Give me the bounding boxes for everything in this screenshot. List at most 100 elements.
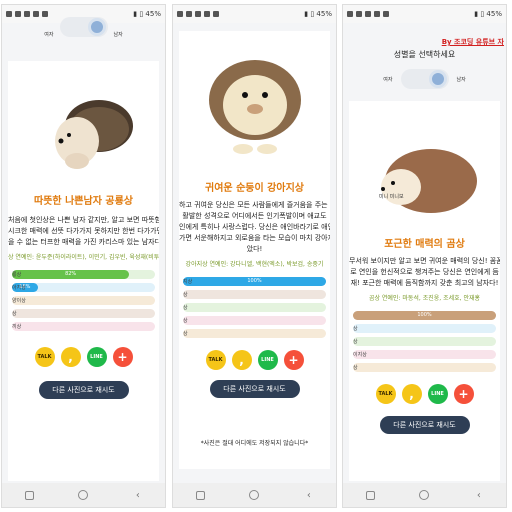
score-bar-label: 상 bbox=[183, 291, 188, 298]
android-nav-bar: ‹ bbox=[343, 483, 506, 507]
gender-toggle[interactable] bbox=[400, 69, 449, 89]
score-bar-row: 상 bbox=[183, 289, 326, 299]
retry-button[interactable]: 다른 사진으로 재시도 bbox=[379, 416, 470, 434]
hedgehog-drawing-icon bbox=[208, 60, 301, 154]
score-bar-label: 아지상 bbox=[12, 284, 26, 291]
score-bar-label: 끼상 bbox=[12, 323, 22, 330]
score-bars: 100% 상 상 이지상 상 bbox=[353, 310, 496, 372]
score-bar-row: 양이상 bbox=[12, 295, 155, 305]
more-share-button[interactable]: + bbox=[112, 347, 133, 367]
sketch-label: 미니 미니보 bbox=[379, 194, 404, 200]
more-share-button[interactable]: + bbox=[453, 384, 474, 404]
kakaotalk-share-button[interactable]: TALK bbox=[34, 347, 55, 367]
score-bar-track bbox=[12, 321, 155, 331]
hedgehog-sketch-icon bbox=[380, 149, 477, 213]
result-card: 미니 미니보 포근한 매력의 곰상 무서워 보이지만 알고 보면 귀여운 매력의… bbox=[349, 101, 500, 481]
result-card: 따뜻한 나쁜남자 공룡상 처음에 첫인상은 나쁜 남자 같지만, 알고 보면 따… bbox=[8, 61, 159, 481]
result-description: 하고 귀여운 당신은 모든 사람들에게 즐거움을 주는 3 활발한 성격으로 어… bbox=[179, 200, 330, 255]
score-bar-label: 상 bbox=[353, 338, 358, 345]
hedgehog-photo-icon bbox=[54, 100, 133, 169]
score-bar-label: 이지상 bbox=[353, 351, 367, 358]
result-title: 포근한 매력의 곰상 bbox=[384, 239, 465, 250]
result-card: 귀여운 순둥이 강아지상 하고 귀여운 당신은 모든 사람들에게 즐거움을 주는… bbox=[179, 31, 330, 469]
kakaostory-share-button[interactable]: , bbox=[401, 384, 422, 404]
kakaotalk-share-button[interactable]: TALK bbox=[205, 350, 226, 370]
back-icon[interactable]: ‹ bbox=[302, 488, 316, 502]
score-bar-track bbox=[183, 328, 326, 338]
toggle-knob bbox=[87, 18, 106, 36]
kakaostory-share-button[interactable]: , bbox=[231, 350, 252, 370]
gender-male-label: 남자 bbox=[113, 31, 123, 38]
status-icons bbox=[6, 11, 48, 17]
battery-indicator: ▮ ▯ 45% bbox=[304, 10, 332, 18]
score-bar-label: 양이상 bbox=[12, 297, 26, 304]
score-bar-row: 상 bbox=[183, 328, 326, 338]
desc-line: 재! 포근한 매력에 듬직함까지 갖춘 최고의 남자다! bbox=[350, 279, 499, 287]
back-icon[interactable]: ‹ bbox=[472, 488, 486, 502]
score-bar-track: 18% bbox=[12, 282, 155, 292]
battery-indicator: ▮ ▯ 45% bbox=[474, 10, 502, 18]
desc-line: 무서워 보이지만 알고 보면 귀여운 매력의 당신! 꼼꼼 bbox=[349, 257, 500, 265]
line-share-button[interactable]: LINE bbox=[86, 347, 107, 367]
recent-apps-icon[interactable] bbox=[193, 488, 207, 502]
recent-apps-icon[interactable] bbox=[363, 488, 377, 502]
score-bar-track bbox=[353, 349, 496, 359]
recent-apps-icon[interactable] bbox=[22, 488, 36, 502]
desc-line: 활발한 성격으로 어디에서든 인기폭발이며 애교도 bbox=[182, 212, 327, 220]
status-icons bbox=[177, 11, 219, 17]
line-share-button[interactable]: LINE bbox=[427, 384, 448, 404]
kakaotalk-share-button[interactable]: TALK bbox=[375, 384, 396, 404]
score-bar-track bbox=[353, 362, 496, 372]
brand-link[interactable]: By 조코딩 유튜브 자 bbox=[442, 38, 504, 46]
score-bar-track bbox=[353, 336, 496, 346]
more-share-button[interactable]: + bbox=[283, 350, 304, 370]
celebrity-list: 강아지상 연예인: 강다니엘, 백현(엑소), 박보검, 송중기 bbox=[185, 261, 324, 268]
gender-female-label: 여자 bbox=[383, 76, 393, 83]
gender-male-label: 남자 bbox=[456, 76, 466, 83]
status-icons bbox=[347, 11, 389, 17]
status-bar: ▮ ▯ 45% bbox=[173, 5, 336, 23]
score-bar-track bbox=[12, 308, 155, 318]
phone-screen-2: ▮ ▯ 45% 귀여운 순둥이 강아지상 하고 귀여운 당신은 모든 사람들에게… bbox=[172, 4, 337, 508]
score-bar-track bbox=[183, 302, 326, 312]
share-buttons: TALK , LINE + bbox=[8, 347, 159, 367]
home-icon[interactable] bbox=[417, 488, 431, 502]
score-bar-track: 100% bbox=[183, 276, 326, 286]
retry-button[interactable]: 다른 사진으로 재시도 bbox=[38, 381, 129, 399]
score-bar-label: 상 bbox=[183, 330, 188, 337]
result-description: 처음에 첫인상은 나쁜 남자 같지만, 알고 보면 따뜻함이 시크한 매력에 선… bbox=[8, 215, 159, 248]
uploaded-photo bbox=[194, 45, 315, 165]
desc-line: 가면 서운해하지고 외로움을 타는 모습이 마치 강아지 bbox=[179, 234, 330, 242]
score-bar-label: 상 bbox=[12, 310, 17, 317]
toggle-knob bbox=[428, 70, 447, 88]
gender-toggle[interactable] bbox=[59, 17, 108, 37]
score-bar-row: 이지상 bbox=[353, 349, 496, 359]
score-bar-label: 상 bbox=[353, 364, 358, 371]
phone-screen-1: ▮ ▯ 45% 여자 남자 따뜻한 나쁜남자 공룡상 처음에 첫인상은 나쁜 남… bbox=[1, 4, 166, 508]
celebrity-list: 곰상 연예인: 마동석, 조진웅, 조세호, 안재홍 bbox=[368, 295, 481, 302]
score-bar-row: 18% 아지상 bbox=[12, 282, 155, 292]
desc-line: 시크한 매력에 선뜻 다가가지 못하지만 한번 다가가면 bbox=[8, 227, 159, 235]
desc-line: 았다! bbox=[246, 245, 263, 253]
android-nav-bar: ‹ bbox=[2, 483, 165, 507]
desc-line: 처음에 첫인상은 나쁜 남자 같지만, 알고 보면 따뜻함이 bbox=[8, 216, 159, 224]
score-bar-fill: 100% bbox=[353, 310, 496, 320]
score-bar-label: 상 bbox=[353, 325, 358, 332]
score-bar-row: 100% bbox=[353, 310, 496, 320]
celebrity-list: 상 연예인: 윤두준(하이라이트), 이민기, 김우빈, 육성재(비투비)... bbox=[8, 254, 159, 261]
retry-button[interactable]: 다른 사진으로 재시도 bbox=[209, 380, 300, 398]
score-bar-row: 상 bbox=[183, 315, 326, 325]
score-bars: 100% 지상 상 상 상 상 bbox=[183, 276, 326, 338]
line-share-button[interactable]: LINE bbox=[257, 350, 278, 370]
back-icon[interactable]: ‹ bbox=[131, 488, 145, 502]
home-icon[interactable] bbox=[76, 488, 90, 502]
score-bar-row: 82% 룡상 bbox=[12, 269, 155, 279]
score-bar-row: 상 bbox=[353, 323, 496, 333]
share-buttons: TALK , LINE + bbox=[349, 384, 500, 404]
uploaded-photo bbox=[28, 91, 139, 176]
score-bar-row: 100% 지상 bbox=[183, 276, 326, 286]
kakaostory-share-button[interactable]: , bbox=[60, 347, 81, 367]
home-icon[interactable] bbox=[247, 488, 261, 502]
score-bar-label: 룡상 bbox=[12, 271, 22, 278]
score-bar-track: 100% bbox=[353, 310, 496, 320]
